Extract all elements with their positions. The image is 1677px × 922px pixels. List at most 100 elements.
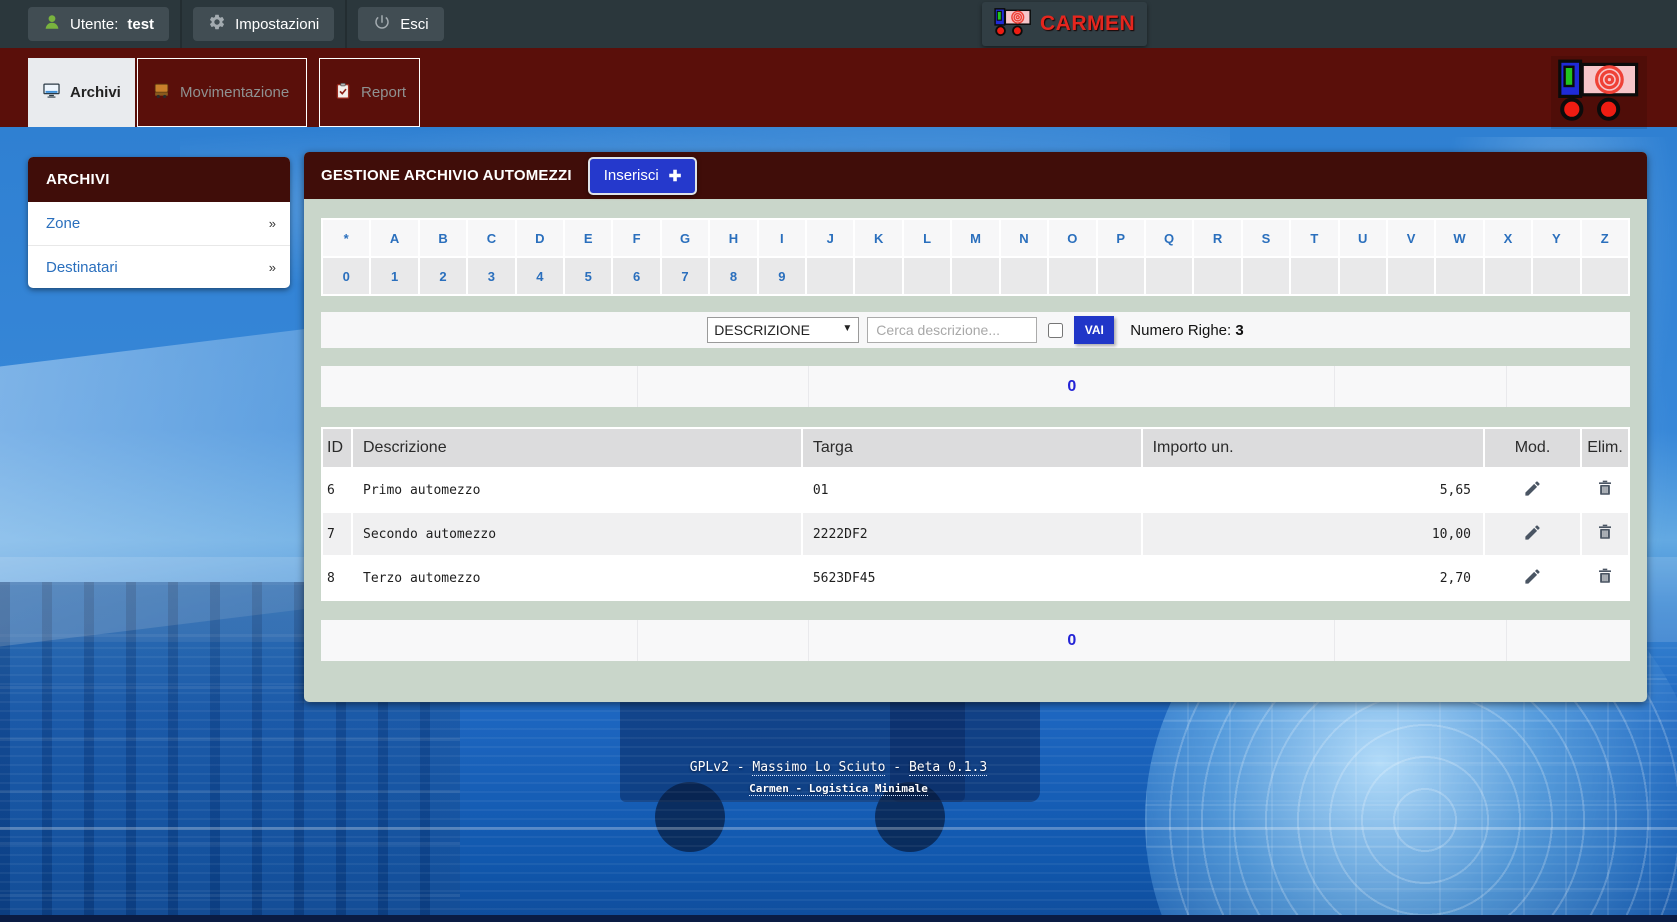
letter-cell-M[interactable]: M: [952, 220, 999, 256]
empty-cell: [1581, 258, 1628, 294]
table-row: 7 Secondo automezzo 2222DF2 10,00: [323, 513, 1628, 555]
sidebar-title: ARCHIVI: [28, 157, 290, 202]
carmen-link[interactable]: Carmen - Logistica Minimale: [749, 782, 928, 796]
number-cell-0[interactable]: 0: [323, 258, 370, 294]
exit-label: Esci: [400, 15, 429, 33]
pagination-cell: 0: [809, 366, 1336, 407]
pencil-icon: [1523, 568, 1542, 589]
pagination-cell: [1335, 366, 1507, 407]
empty-cell: [1533, 258, 1580, 294]
number-cell-4[interactable]: 4: [516, 258, 564, 294]
truck-icon: [152, 81, 171, 104]
pagination-cell: 0: [809, 620, 1336, 661]
letter-cell-Q[interactable]: Q: [1145, 220, 1193, 256]
pagination-cell: [321, 620, 638, 661]
panel-header: GESTIONE ARCHIVIO AUTOMEZZI Inserisci ✚: [304, 152, 1647, 199]
number-cell-2[interactable]: 2: [419, 258, 467, 294]
letter-cell-Z[interactable]: Z: [1581, 220, 1628, 256]
settings-button[interactable]: Impostazioni: [193, 7, 335, 41]
letter-cell-K[interactable]: K: [855, 220, 902, 256]
main-panel: GESTIONE ARCHIVIO AUTOMEZZI Inserisci ✚ …: [304, 152, 1647, 702]
letter-cell-V[interactable]: V: [1387, 220, 1435, 256]
letter-cell-W[interactable]: W: [1436, 220, 1483, 256]
delete-button[interactable]: [1596, 479, 1614, 497]
bg-bottom-strip: [0, 915, 1677, 922]
cell-id: 8: [323, 557, 351, 599]
number-cell-8[interactable]: 8: [710, 258, 757, 294]
sidebar-item-label: Zone: [46, 215, 81, 232]
delete-button[interactable]: [1596, 523, 1614, 541]
letter-cell-J[interactable]: J: [807, 220, 854, 256]
letter-cell-Y[interactable]: Y: [1533, 220, 1580, 256]
sidebar: ARCHIVI Zone » Destinatari »: [28, 157, 290, 288]
number-cell-5[interactable]: 5: [565, 258, 612, 294]
tab-movimentazione[interactable]: Movimentazione: [137, 58, 307, 127]
user-button[interactable]: Utente: test: [28, 7, 170, 41]
search-field-select[interactable]: DESCRIZIONE: [707, 317, 860, 343]
letter-cell-B[interactable]: B: [419, 220, 467, 256]
letter-cell-F[interactable]: F: [613, 220, 660, 256]
letter-cell-E[interactable]: E: [565, 220, 612, 256]
letter-cell-D[interactable]: D: [516, 220, 564, 256]
cell-elim: [1582, 469, 1628, 511]
pagination-top: 0: [321, 366, 1630, 407]
search-input[interactable]: [867, 317, 1038, 343]
letter-cell-*[interactable]: *: [323, 220, 370, 256]
empty-cell: [855, 258, 902, 294]
cell-mod: [1485, 513, 1580, 555]
table-row: 8 Terzo automezzo 5623DF45 2,70: [323, 557, 1628, 599]
cell-elim: [1582, 557, 1628, 599]
letter-cell-N[interactable]: N: [1000, 220, 1048, 256]
cell-importo: 10,00: [1142, 513, 1483, 555]
letter-cell-U[interactable]: U: [1339, 220, 1386, 256]
empty-cell: [903, 258, 951, 294]
navbar: Archivi Movimentazione Report: [0, 48, 1677, 129]
number-cell-7[interactable]: 7: [661, 258, 709, 294]
trash-icon: [1596, 480, 1614, 500]
letter-cell-L[interactable]: L: [903, 220, 951, 256]
page-link[interactable]: 0: [1067, 378, 1076, 396]
number-cell-9[interactable]: 9: [758, 258, 806, 294]
letter-cell-G[interactable]: G: [661, 220, 709, 256]
sidebar-item-destinatari[interactable]: Destinatari »: [28, 245, 290, 288]
edit-button[interactable]: [1523, 523, 1542, 542]
sidebar-item-label: Destinatari: [46, 258, 118, 276]
number-cell-3[interactable]: 3: [468, 258, 515, 294]
header-descrizione: Descrizione: [353, 429, 801, 467]
rows-count-value: 3: [1235, 321, 1244, 339]
insert-button[interactable]: Inserisci ✚: [587, 156, 698, 195]
truck-logo-icon-large: [1551, 56, 1647, 129]
number-cell-1[interactable]: 1: [371, 258, 418, 294]
trash-icon: [1596, 568, 1614, 588]
cell-importo: 5,65: [1142, 469, 1483, 511]
exit-button[interactable]: Esci: [358, 7, 444, 41]
cell-targa: 5623DF45: [802, 557, 1141, 599]
edit-button[interactable]: [1523, 479, 1542, 498]
cell-targa: 2222DF2: [802, 513, 1141, 555]
header-importo: Importo un.: [1142, 429, 1483, 467]
letter-cell-H[interactable]: H: [710, 220, 757, 256]
cell-importo: 2,70: [1142, 557, 1483, 599]
letter-cell-R[interactable]: R: [1194, 220, 1241, 256]
tab-report[interactable]: Report: [319, 58, 420, 127]
letter-cell-C[interactable]: C: [468, 220, 515, 256]
letter-cell-S[interactable]: S: [1242, 220, 1290, 256]
author-link[interactable]: Massimo Lo Sciuto: [752, 760, 886, 776]
letter-cell-O[interactable]: O: [1049, 220, 1096, 256]
empty-cell: [807, 258, 854, 294]
cell-id: 6: [323, 469, 351, 511]
sidebar-item-zone[interactable]: Zone »: [28, 202, 290, 245]
search-checkbox[interactable]: [1048, 322, 1064, 338]
letter-cell-P[interactable]: P: [1097, 220, 1144, 256]
letter-cell-I[interactable]: I: [758, 220, 806, 256]
number-cell-6[interactable]: 6: [613, 258, 660, 294]
page-link[interactable]: 0: [1067, 632, 1076, 650]
letter-cell-A[interactable]: A: [371, 220, 418, 256]
delete-button[interactable]: [1596, 567, 1614, 585]
letter-cell-X[interactable]: X: [1484, 220, 1532, 256]
go-button[interactable]: VAI: [1074, 316, 1115, 344]
version-link[interactable]: Beta 0.1.3: [908, 760, 988, 776]
edit-button[interactable]: [1523, 567, 1542, 586]
tab-archivi[interactable]: Archivi: [28, 58, 135, 127]
letter-cell-T[interactable]: T: [1291, 220, 1338, 256]
